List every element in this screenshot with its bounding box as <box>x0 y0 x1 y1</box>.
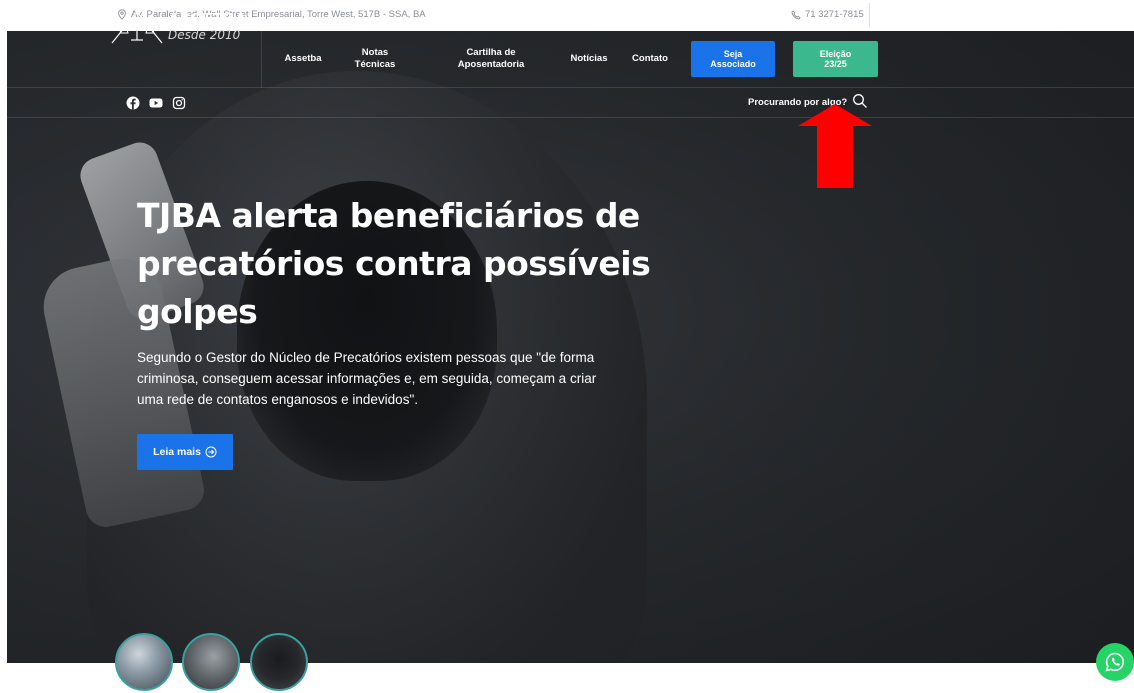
slide-thumbnail-3[interactable] <box>250 633 308 691</box>
social-links <box>126 96 186 110</box>
hero-title: TJBA alerta beneficiários de precatórios… <box>137 196 651 331</box>
eleicao-button[interactable]: Eleição 23/25 <box>793 41 878 77</box>
instagram-icon[interactable] <box>172 96 186 110</box>
menu-item-contato[interactable]: Contato <box>628 53 672 65</box>
hero-description: Segundo o Gestor do Núcleo de Precatório… <box>137 350 597 407</box>
read-more-label: Leia mais <box>153 446 201 458</box>
phone-icon <box>791 9 801 19</box>
youtube-icon[interactable] <box>149 96 163 110</box>
logo-tagline: Desde 2010 <box>168 28 241 42</box>
divider <box>869 3 870 27</box>
scales-logo-icon <box>111 11 163 44</box>
seja-associado-button[interactable]: Seja Associado <box>691 41 775 77</box>
logo-name: ASSETBA <box>168 11 247 28</box>
annotation-arrow-icon <box>798 104 872 188</box>
phone[interactable]: 71 3271-7815 <box>791 9 864 20</box>
phone-text: 71 3271-7815 <box>805 9 864 20</box>
slide-thumbnail-1[interactable] <box>115 633 173 691</box>
logo[interactable]: ASSETBA Desde 2010 <box>110 9 247 45</box>
menu-item-notas-tecnicas[interactable]: Notas Técnicas <box>350 47 400 71</box>
menu-item-noticias[interactable]: Notícias <box>566 53 612 65</box>
whatsapp-icon <box>1105 652 1125 672</box>
slide-thumbnail-2[interactable] <box>182 633 240 691</box>
facebook-icon[interactable] <box>126 96 140 110</box>
divider <box>261 31 262 88</box>
whatsapp-button[interactable] <box>1096 643 1134 681</box>
arrow-circle-right-icon <box>205 446 217 458</box>
read-more-button[interactable]: Leia mais <box>137 434 233 470</box>
menu-item-assetba[interactable]: Assetba <box>283 53 323 65</box>
menu-item-cartilha[interactable]: Cartilha de Aposentadoria <box>450 47 532 71</box>
